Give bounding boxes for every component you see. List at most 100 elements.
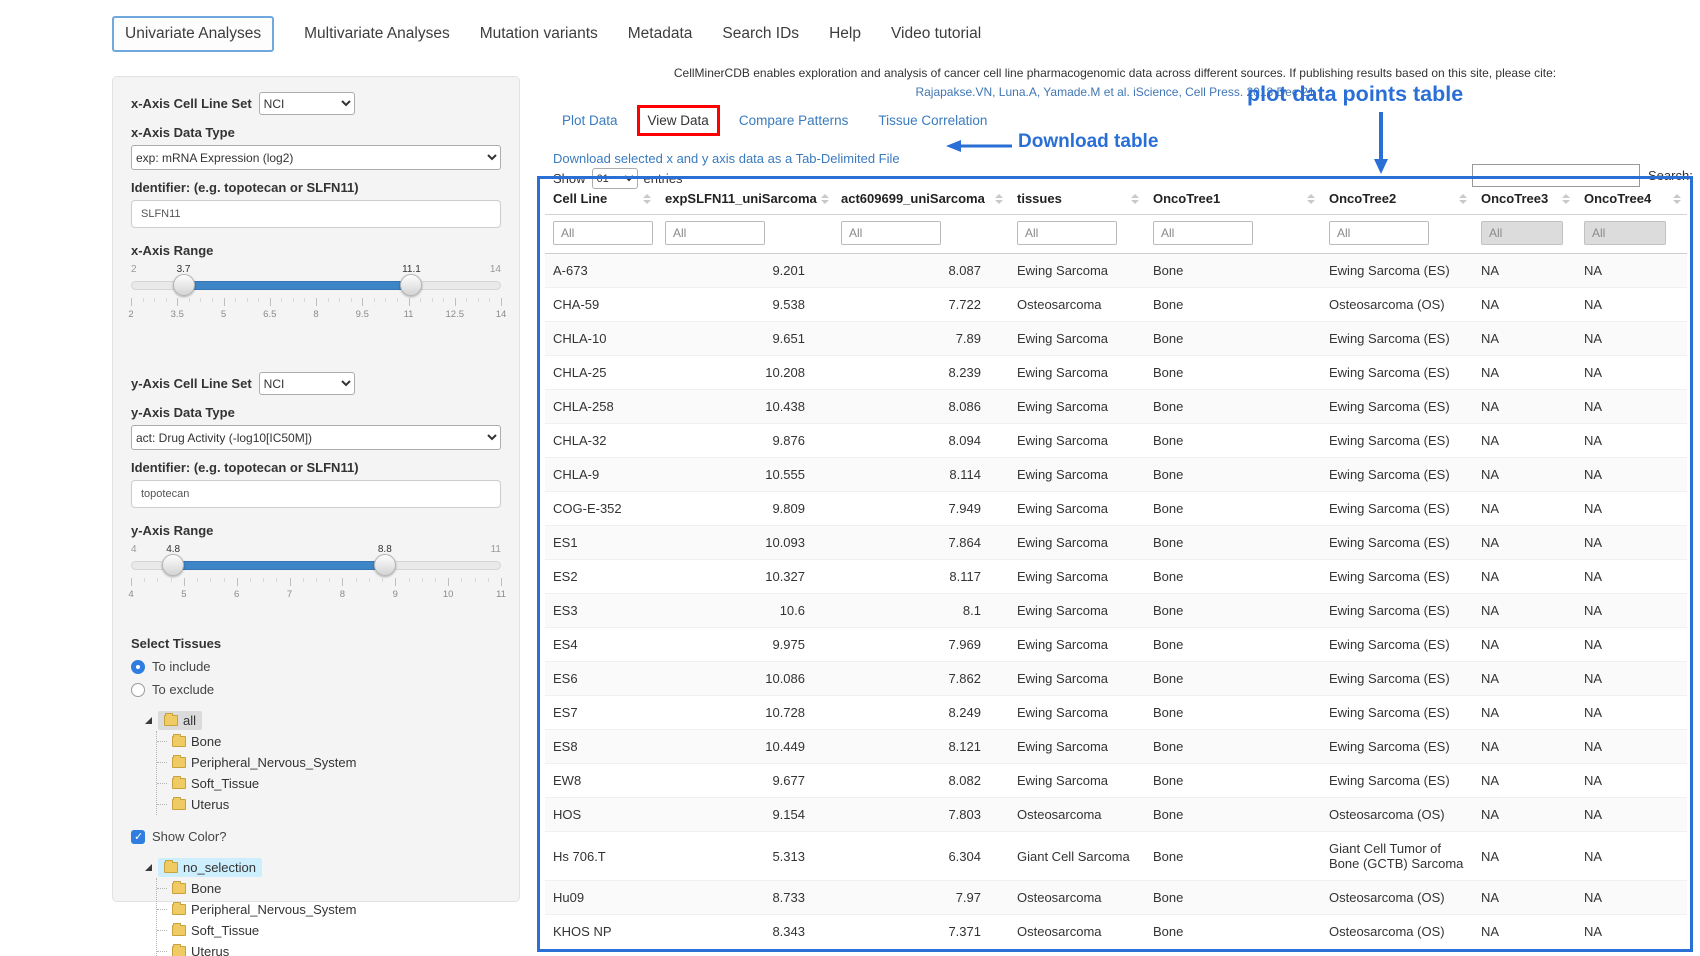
tree-node-uterus[interactable]: Uterus <box>165 794 501 815</box>
table-row[interactable]: ES810.4498.121Ewing SarcomaBoneEwing Sar… <box>545 730 1687 764</box>
tissue-radio-exclude[interactable]: To exclude <box>131 682 501 697</box>
tree-node-peripheral_nervous_system[interactable]: Peripheral_Nervous_System <box>165 752 501 773</box>
slider-selected-bar[interactable] <box>184 281 412 290</box>
sort-icon[interactable] <box>1562 194 1570 204</box>
show-color-checkbox-row[interactable]: Show Color? <box>131 829 501 844</box>
sort-icon[interactable] <box>995 194 1003 204</box>
column-filter-input[interactable] <box>665 221 765 245</box>
tree-node-no-selection[interactable]: no_selection <box>158 858 262 877</box>
sort-icon[interactable] <box>821 194 829 204</box>
table-row[interactable]: ES710.7288.249Ewing SarcomaBoneEwing Sar… <box>545 696 1687 730</box>
slider-handle-to[interactable] <box>400 274 422 296</box>
expand-toggle-icon[interactable] <box>145 864 152 871</box>
table-cell: Ewing Sarcoma (ES) <box>1321 696 1473 730</box>
table-row[interactable]: ES610.0867.862Ewing SarcomaBoneEwing Sar… <box>545 662 1687 696</box>
nav-tab-help[interactable]: Help <box>829 25 861 43</box>
column-header-4[interactable]: OncoTree1 <box>1145 182 1321 215</box>
download-tab-delimited-link[interactable]: Download selected x and y axis data as a… <box>553 151 900 166</box>
x-cell-line-set-select[interactable]: NCI <box>259 92 355 115</box>
table-cell: Ewing Sarcoma <box>1009 254 1145 288</box>
table-row[interactable]: HOS9.1547.803OsteosarcomaBoneOsteosarcom… <box>545 798 1687 832</box>
table-cell: Ewing Sarcoma (ES) <box>1321 458 1473 492</box>
tissue-tree-include: all BonePeripheral_Nervous_SystemSoft_Ti… <box>145 709 501 815</box>
column-filter-input[interactable] <box>1153 221 1253 245</box>
table-row[interactable]: A-6739.2018.087Ewing SarcomaBoneEwing Sa… <box>545 254 1687 288</box>
nav-tab-video-tutorial[interactable]: Video tutorial <box>891 25 981 43</box>
table-cell: 10.208 <box>657 356 833 390</box>
column-filter-input[interactable] <box>553 221 653 245</box>
slider-handle-to[interactable] <box>374 554 396 576</box>
checkbox-icon[interactable] <box>131 830 145 844</box>
x-data-type-select[interactable]: exp: mRNA Expression (log2) <box>131 145 501 170</box>
nav-tab-mutation-variants[interactable]: Mutation variants <box>480 25 598 43</box>
tree-node-soft_tissue[interactable]: Soft_Tissue <box>165 773 501 794</box>
tab-plot-data[interactable]: Plot Data <box>562 113 618 128</box>
column-header-3[interactable]: tissues <box>1009 182 1145 215</box>
column-header-1[interactable]: expSLFN11_uniSarcoma <box>657 182 833 215</box>
nav-tab-multivariate-analyses[interactable]: Multivariate Analyses <box>304 25 450 43</box>
nav-tab-univariate-analyses[interactable]: Univariate Analyses <box>112 16 274 52</box>
table-row[interactable]: ES49.9757.969Ewing SarcomaBoneEwing Sarc… <box>545 628 1687 662</box>
column-header-2[interactable]: act609699_uniSarcoma <box>833 182 1009 215</box>
radio-icon[interactable] <box>131 683 145 697</box>
column-header-6[interactable]: OncoTree3 <box>1473 182 1576 215</box>
select-tissues-label: Select Tissues <box>131 636 501 651</box>
table-row[interactable]: CHLA-910.5558.114Ewing SarcomaBoneEwing … <box>545 458 1687 492</box>
nav-tab-metadata[interactable]: Metadata <box>628 25 693 43</box>
tab-compare-patterns[interactable]: Compare Patterns <box>739 113 849 128</box>
column-header-0[interactable]: Cell Line <box>545 182 657 215</box>
tree-node-soft_tissue[interactable]: Soft_Tissue <box>165 920 501 941</box>
tree-node-bone[interactable]: Bone <box>165 731 501 752</box>
table-row[interactable]: Hu098.7337.97OsteosarcomaBoneOsteosarcom… <box>545 881 1687 915</box>
table-cell: HOS <box>545 798 657 832</box>
column-filter-input[interactable] <box>1017 221 1117 245</box>
table-row[interactable]: ES110.0937.864Ewing SarcomaBoneEwing Sar… <box>545 526 1687 560</box>
tree-node-all[interactable]: all <box>158 711 202 730</box>
slider-handle-from[interactable] <box>162 554 184 576</box>
table-row[interactable]: CHLA-329.8768.094Ewing SarcomaBoneEwing … <box>545 424 1687 458</box>
nav-tab-search-ids[interactable]: Search IDs <box>722 25 799 43</box>
column-header-label: expSLFN11_uniSarcoma <box>665 191 817 206</box>
table-row[interactable]: KHOS NP8.3437.371OsteosarcomaBoneOsteosa… <box>545 915 1687 949</box>
table-row[interactable]: CHLA-25810.4388.086Ewing SarcomaBoneEwin… <box>545 390 1687 424</box>
table-row[interactable]: ES310.68.1Ewing SarcomaBoneEwing Sarcoma… <box>545 594 1687 628</box>
sort-icon[interactable] <box>643 194 651 204</box>
tab-view-data[interactable]: View Data <box>648 113 709 128</box>
table-cell: Ewing Sarcoma (ES) <box>1321 730 1473 764</box>
expand-toggle-icon[interactable] <box>145 717 152 724</box>
slider-handle-from[interactable] <box>173 274 195 296</box>
tab-tissue-correlation[interactable]: Tissue Correlation <box>878 113 987 128</box>
slider-selected-bar[interactable] <box>173 561 385 570</box>
y-identifier-input[interactable] <box>131 480 501 508</box>
table-row[interactable]: EW89.6778.082Ewing SarcomaBoneEwing Sarc… <box>545 764 1687 798</box>
x-identifier-input[interactable] <box>131 200 501 228</box>
table-row[interactable]: Hs 706.T5.3136.304Giant Cell SarcomaBone… <box>545 832 1687 881</box>
column-filter-input[interactable] <box>1481 221 1563 245</box>
column-header-7[interactable]: OncoTree4 <box>1576 182 1687 215</box>
citation-link[interactable]: Rajapakse.VN, Luna.A, Yamade.M et al. iS… <box>537 85 1693 99</box>
tree-node-peripheral_nervous_system[interactable]: Peripheral_Nervous_System <box>165 899 501 920</box>
column-filter-input[interactable] <box>1329 221 1429 245</box>
table-row[interactable]: COG-E-3529.8097.949Ewing SarcomaBoneEwin… <box>545 492 1687 526</box>
slider-minor-tick <box>356 578 357 582</box>
column-header-label: OncoTree1 <box>1153 191 1220 206</box>
tissue-radio-include[interactable]: To include <box>131 659 501 674</box>
tree-node-bone[interactable]: Bone <box>165 878 501 899</box>
sort-icon[interactable] <box>1307 194 1315 204</box>
tree-node-uterus[interactable]: Uterus <box>165 941 501 956</box>
folder-icon <box>172 946 186 956</box>
table-row[interactable]: CHA-599.5387.722OsteosarcomaBoneOsteosar… <box>545 288 1687 322</box>
sort-icon[interactable] <box>1459 194 1467 204</box>
sort-icon[interactable] <box>1131 194 1139 204</box>
table-cell: NA <box>1576 764 1687 798</box>
table-row[interactable]: CHLA-2510.2088.239Ewing SarcomaBoneEwing… <box>545 356 1687 390</box>
y-data-type-select[interactable]: act: Drug Activity (-log10[IC50M]) <box>131 425 501 450</box>
table-row[interactable]: ES210.3278.117Ewing SarcomaBoneEwing Sar… <box>545 560 1687 594</box>
column-filter-input[interactable] <box>1584 221 1666 245</box>
column-filter-input[interactable] <box>841 221 941 245</box>
radio-icon[interactable] <box>131 660 145 674</box>
y-cell-line-set-select[interactable]: NCI <box>259 372 355 395</box>
table-row[interactable]: CHLA-109.6517.89Ewing SarcomaBoneEwing S… <box>545 322 1687 356</box>
column-header-5[interactable]: OncoTree2 <box>1321 182 1473 215</box>
sort-icon[interactable] <box>1673 194 1681 204</box>
